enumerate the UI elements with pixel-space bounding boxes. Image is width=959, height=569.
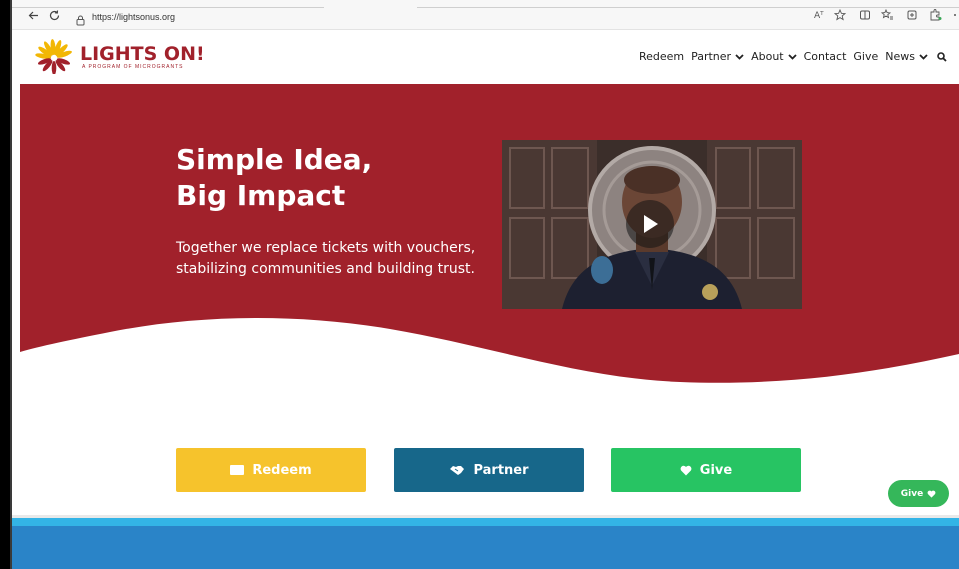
partner-button-label: Partner — [473, 462, 529, 478]
main-nav: Redeem Partner About Contact Give News — [632, 50, 947, 63]
favorite-star-icon[interactable] — [833, 8, 847, 25]
nav-item-label: About — [751, 50, 784, 63]
hero-section: Simple Idea, Big Impact Together we repl… — [20, 84, 959, 404]
hero-title: Simple Idea, Big Impact — [176, 142, 456, 214]
nav-item-label: Redeem — [638, 50, 685, 63]
give-button[interactable]: Give — [611, 448, 801, 492]
back-arrow-icon[interactable] — [28, 10, 39, 24]
nav-item-label: Contact — [803, 50, 847, 63]
hero-title-line: Simple Idea, — [176, 143, 373, 176]
more-icon[interactable] — [952, 9, 958, 25]
nav-item-news[interactable]: News — [885, 50, 928, 63]
logo-title[interactable]: LIGHTS ON! — [80, 43, 205, 65]
nav-item-label: Give — [853, 50, 879, 63]
nav-item-partner[interactable]: Partner — [691, 50, 744, 63]
chevron-down-icon — [919, 50, 928, 63]
logo-subtitle: A PROGRAM OF MICROGRANTS — [82, 64, 184, 70]
address-bar-url[interactable]: https://lightsonus.org — [92, 11, 175, 23]
nav-item-redeem[interactable]: Redeem — [639, 50, 684, 63]
screen-edge-inner — [10, 0, 12, 569]
tab-strip-line — [12, 7, 324, 8]
nav-item-label: Partner — [691, 50, 732, 63]
site-header: LIGHTS ON! A PROGRAM OF MICROGRANTS Rede… — [20, 30, 959, 84]
video-player[interactable] — [502, 140, 802, 309]
nav-item-about[interactable]: About — [751, 50, 797, 63]
footer-accent-band — [12, 518, 959, 526]
partner-button[interactable]: Partner — [394, 448, 584, 492]
play-button-icon[interactable] — [626, 200, 674, 248]
nav-item-label: News — [885, 50, 915, 63]
chevron-down-icon — [735, 50, 744, 63]
heart-icon — [680, 465, 692, 476]
redeem-button-label: Redeem — [252, 462, 312, 478]
chevron-down-icon — [787, 50, 797, 63]
floating-give-button[interactable]: Give — [888, 480, 949, 507]
give-button-label: Give — [699, 462, 733, 478]
heart-icon — [927, 490, 936, 498]
tab-strip-line — [417, 7, 959, 8]
sunburst-logo-icon[interactable] — [34, 38, 74, 75]
nav-item-give[interactable]: Give — [853, 50, 878, 63]
favorites-icon[interactable] — [880, 8, 894, 25]
handshake-icon — [449, 465, 465, 476]
split-screen-icon[interactable] — [859, 9, 871, 25]
ticket-icon — [230, 465, 245, 475]
redeem-button[interactable]: Redeem — [176, 448, 366, 492]
lock-icon[interactable] — [76, 11, 86, 26]
footer-band — [12, 526, 959, 569]
floating-give-label: Give — [900, 488, 924, 499]
hero-title-line: Big Impact — [176, 179, 346, 212]
read-aloud-icon[interactable]: Aᵀ — [814, 9, 824, 23]
refresh-icon[interactable] — [49, 10, 60, 24]
hero-description: Together we replace tickets with voucher… — [176, 240, 476, 277]
hero-background — [20, 84, 959, 383]
nav-item-contact[interactable]: Contact — [804, 50, 847, 63]
collections-icon[interactable] — [906, 9, 918, 25]
extensions-icon[interactable] — [929, 9, 942, 25]
search-icon[interactable] — [937, 51, 947, 62]
